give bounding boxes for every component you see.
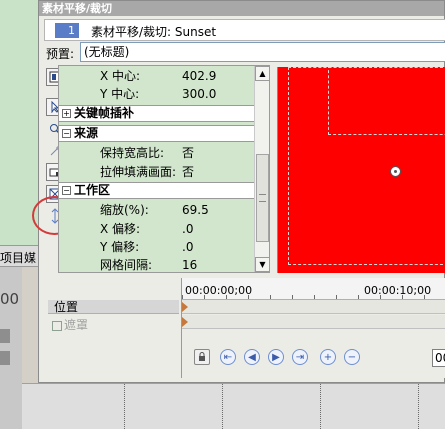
keyframe-marker[interactable] [182, 317, 188, 327]
effect-title: 素材平移/裁切: Sunset [91, 25, 217, 39]
property-label: Y 偏移: [100, 240, 140, 254]
mask-track[interactable] [182, 315, 445, 329]
property-label: 拉伸填满画面: [100, 165, 177, 179]
next-keyframe-icon[interactable]: ▶ [268, 349, 284, 365]
timeline-gridline [418, 384, 419, 429]
ruler-label: 00:00:10;00 [364, 284, 432, 297]
keyframe-track-labels: 位置 遮罩 [48, 278, 179, 378]
timeline-gridline [320, 384, 321, 429]
keyframe-timeline: 00:00:00;00 00:00:10;00 ⇤ ◀ ▶ ⇥ + − 00 [181, 278, 445, 378]
section-keyframe-interpolation[interactable]: + 关键帧插补 [59, 105, 254, 122]
property-label: Y 中心: [100, 87, 140, 101]
property-label: 保持宽高比: [100, 146, 165, 160]
last-keyframe-icon[interactable]: ⇥ [292, 349, 308, 365]
previous-keyframe-icon[interactable]: ◀ [244, 349, 260, 365]
property-value[interactable]: 否 [182, 144, 194, 163]
property-scrollbar[interactable]: ▲ ▼ [254, 66, 269, 272]
timeline-gridline [124, 384, 125, 429]
property-value[interactable]: .0 [182, 220, 193, 239]
scroll-down-icon[interactable]: ▼ [255, 257, 269, 272]
background-timecode: 00 [0, 290, 20, 308]
property-label: 缩放(%): [100, 203, 149, 217]
collapse-icon[interactable]: − [62, 129, 71, 138]
mask-checkbox[interactable] [52, 320, 62, 331]
scroll-up-icon[interactable]: ▲ [255, 66, 269, 81]
preset-label: 预置: [46, 47, 75, 61]
preset-dropdown[interactable]: (无标题) [80, 42, 445, 62]
tool-column [8, 66, 28, 276]
center-handle[interactable] [390, 166, 401, 177]
background-tool-icon [0, 351, 10, 365]
ruler-label: 00:00:00;00 [185, 284, 253, 297]
position-track[interactable] [182, 300, 445, 314]
property-value[interactable]: 402.9 [182, 67, 216, 86]
section-label: 来源 [74, 126, 99, 140]
property-label: 网格间隔: [100, 258, 153, 272]
timeline-gridline [222, 384, 223, 429]
property-panel: X 中心: 402.9 Y 中心: 300.0 + 关键帧插补 − 来源 保持宽高比… [58, 65, 270, 273]
section-label: 工作区 [74, 183, 111, 197]
effect-header: 1 素材平移/裁切: Sunset [44, 19, 445, 41]
property-row[interactable]: 网格间隔: 16 [59, 256, 254, 272]
section-workspace[interactable]: − 工作区 [59, 182, 254, 199]
property-row[interactable]: Y 中心: 300.0 [59, 85, 254, 104]
remove-keyframe-icon[interactable]: − [344, 349, 360, 365]
property-label: X 中心: [100, 69, 141, 83]
background-timeline [22, 383, 445, 429]
property-row[interactable]: X 中心: 402.9 [59, 67, 254, 86]
effect-index-badge: 1 [55, 23, 79, 38]
first-keyframe-icon[interactable]: ⇤ [220, 349, 236, 365]
property-row[interactable]: Y 偏移: .0 [59, 238, 254, 257]
track-label-mask[interactable]: 遮罩 [52, 316, 88, 333]
property-label: X 偏移: [100, 222, 141, 236]
keyframe-marker[interactable] [182, 302, 188, 312]
section-source[interactable]: − 来源 [59, 125, 254, 142]
property-row[interactable]: 保持宽高比: 否 [59, 144, 254, 163]
lock-icon[interactable] [194, 349, 210, 365]
property-row[interactable]: X 偏移: .0 [59, 220, 254, 239]
timecode-field[interactable]: 00 [432, 349, 445, 367]
property-value[interactable]: 否 [182, 163, 194, 182]
property-value[interactable]: 300.0 [182, 85, 216, 104]
background-left-panel: 00 [0, 267, 22, 429]
track-label-position[interactable]: 位置 [48, 300, 179, 314]
property-value[interactable]: 16 [182, 256, 197, 272]
property-row[interactable]: 拉伸填满画面: 否 [59, 163, 254, 182]
background-tool-icon [0, 329, 10, 343]
scroll-thumb[interactable] [256, 154, 269, 242]
add-keyframe-icon[interactable]: + [320, 349, 336, 365]
property-row[interactable]: 缩放(%): 69.5 [59, 201, 254, 220]
source-bounding-box[interactable] [328, 67, 445, 135]
collapse-icon[interactable]: − [62, 186, 71, 195]
property-value[interactable]: 69.5 [182, 201, 209, 220]
property-value[interactable]: .0 [182, 238, 193, 257]
mask-label: 遮罩 [64, 318, 89, 332]
expand-icon[interactable]: + [62, 109, 71, 118]
dialog-title-bar[interactable]: 素材平移/裁切 [39, 1, 444, 16]
preview-canvas[interactable] [277, 67, 445, 273]
time-ruler[interactable]: 00:00:00;00 00:00:10;00 [182, 278, 445, 300]
section-label: 关键帧插补 [74, 106, 135, 120]
